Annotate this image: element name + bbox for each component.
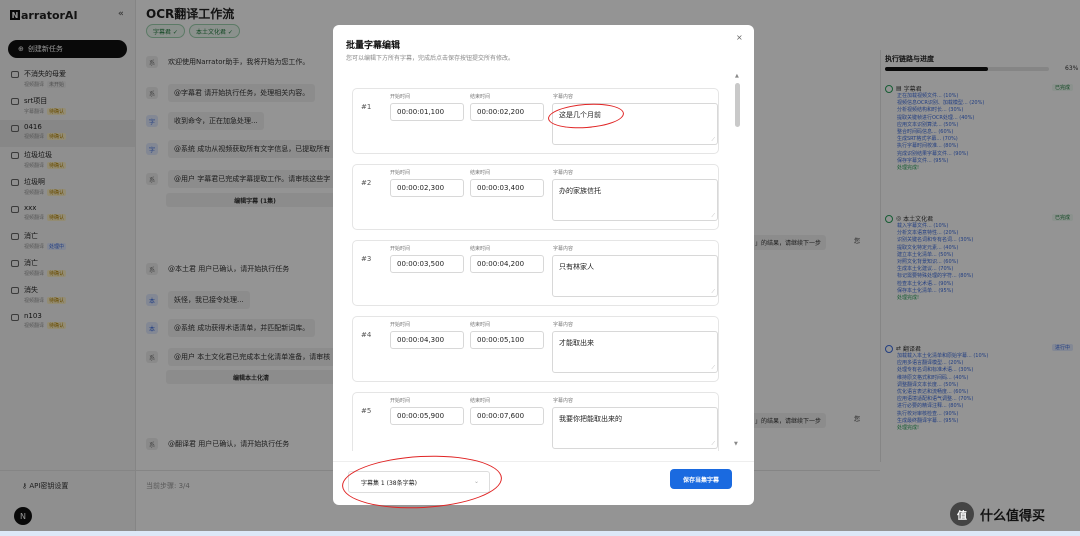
subtitle-card: #5 开始时间 结束时间 字幕内容 00:00:05,900 00:00:07,…: [352, 392, 719, 451]
end-time-input[interactable]: 00:00:03,400: [470, 179, 544, 197]
start-time-input[interactable]: 00:00:02,300: [390, 179, 464, 197]
content-label: 字幕内容: [553, 246, 574, 252]
resize-grip-icon[interactable]: ⟋: [711, 289, 715, 295]
end-time-input[interactable]: 00:00:04,200: [470, 255, 544, 273]
end-time-input[interactable]: 00:00:02,200: [470, 103, 544, 121]
select-value: 字幕集 1 (38条字幕): [361, 479, 417, 487]
subtitle-card: #4 开始时间 结束时间 字幕内容 00:00:04,300 00:00:05,…: [352, 316, 719, 382]
start-time-label: 开始时间: [390, 170, 411, 176]
subtitle-index: #1: [361, 103, 372, 111]
end-time-label: 结束时间: [470, 94, 491, 100]
bottom-strip: [0, 531, 1080, 536]
subtitle-content-textarea[interactable]: 这是几个月前 ⟋: [552, 103, 718, 145]
subtitle-content-textarea[interactable]: 办的家族信托 ⟋: [552, 179, 718, 221]
save-subtitles-button[interactable]: 保存当集字幕: [670, 469, 732, 489]
modal-footer: 字幕集 1 (38条字幕) ⌄ 保存当集字幕: [333, 461, 754, 505]
resize-grip-icon[interactable]: ⟋: [711, 365, 715, 371]
zhi-logo-icon: 值: [950, 502, 974, 526]
start-time-label: 开始时间: [390, 398, 411, 404]
close-icon[interactable]: ×: [736, 33, 743, 42]
end-time-label: 结束时间: [470, 170, 491, 176]
modal-scrollbar[interactable]: ▲ ▼: [733, 73, 743, 447]
modal-subtitle: 您可以编辑下方所有字幕，完成后点击保存按钮提交所有修改。: [346, 55, 515, 62]
end-time-label: 结束时间: [470, 398, 491, 404]
subtitle-text: 这是几个月前: [559, 111, 601, 119]
subtitle-text: 才能取出来: [559, 339, 594, 347]
subtitle-list: #1 开始时间 结束时间 字幕内容 00:00:01,100 00:00:02,…: [350, 83, 730, 451]
content-label: 字幕内容: [553, 94, 574, 100]
resize-grip-icon[interactable]: ⟋: [711, 137, 715, 143]
end-time-label: 结束时间: [470, 322, 491, 328]
scroll-down-icon[interactable]: ▼: [734, 441, 738, 447]
start-time-input[interactable]: 00:00:01,100: [390, 103, 464, 121]
resize-grip-icon[interactable]: ⟋: [711, 213, 715, 219]
subtitle-card: #1 开始时间 结束时间 字幕内容 00:00:01,100 00:00:02,…: [352, 88, 719, 154]
modal-title: 批量字幕编辑: [346, 41, 401, 51]
scroll-up-icon[interactable]: ▲: [735, 73, 739, 79]
end-time-input[interactable]: 00:00:05,100: [470, 331, 544, 349]
content-label: 字幕内容: [553, 398, 574, 404]
subtitle-index: #3: [361, 255, 372, 263]
subtitle-content-textarea[interactable]: 我要你把能取出来的 ⟋: [552, 407, 718, 449]
watermark-text: 什么值得买: [980, 508, 1046, 524]
start-time-label: 开始时间: [390, 322, 411, 328]
subtitle-text: 只有林家人: [559, 263, 594, 271]
start-time-label: 开始时间: [390, 94, 411, 100]
start-time-input[interactable]: 00:00:03,500: [390, 255, 464, 273]
subtitle-content-textarea[interactable]: 才能取出来 ⟋: [552, 331, 718, 373]
start-time-input[interactable]: 00:00:05,900: [390, 407, 464, 425]
app-root: N arratorAI « ⊕ 创建新任务 不消失的母爱 视频翻译 未开始 srt…: [0, 0, 1080, 536]
subtitle-index: #5: [361, 407, 372, 415]
subtitle-index: #2: [361, 179, 372, 187]
subtitle-card: #3 开始时间 结束时间 字幕内容 00:00:03,500 00:00:04,…: [352, 240, 719, 306]
subtitle-text: 我要你把能取出来的: [559, 415, 622, 423]
end-time-input[interactable]: 00:00:07,600: [470, 407, 544, 425]
subtitle-set-select[interactable]: 字幕集 1 (38条字幕) ⌄: [348, 471, 490, 493]
start-time-input[interactable]: 00:00:04,300: [390, 331, 464, 349]
subtitle-card: #2 开始时间 结束时间 字幕内容 00:00:02,300 00:00:03,…: [352, 164, 719, 230]
subtitle-index: #4: [361, 331, 372, 339]
content-label: 字幕内容: [553, 322, 574, 328]
batch-subtitle-edit-modal: 批量字幕编辑 您可以编辑下方所有字幕，完成后点击保存按钮提交所有修改。 × #1…: [333, 25, 754, 505]
watermark-logo: 值 什么值得买: [950, 502, 1080, 526]
start-time-label: 开始时间: [390, 246, 411, 252]
subtitle-content-textarea[interactable]: 只有林家人 ⟋: [552, 255, 718, 297]
scrollbar-thumb[interactable]: [735, 83, 740, 127]
resize-grip-icon[interactable]: ⟋: [711, 441, 715, 447]
subtitle-text: 办的家族信托: [559, 187, 601, 195]
content-label: 字幕内容: [553, 170, 574, 176]
end-time-label: 结束时间: [470, 246, 491, 252]
chevron-down-icon: ⌄: [473, 478, 479, 485]
